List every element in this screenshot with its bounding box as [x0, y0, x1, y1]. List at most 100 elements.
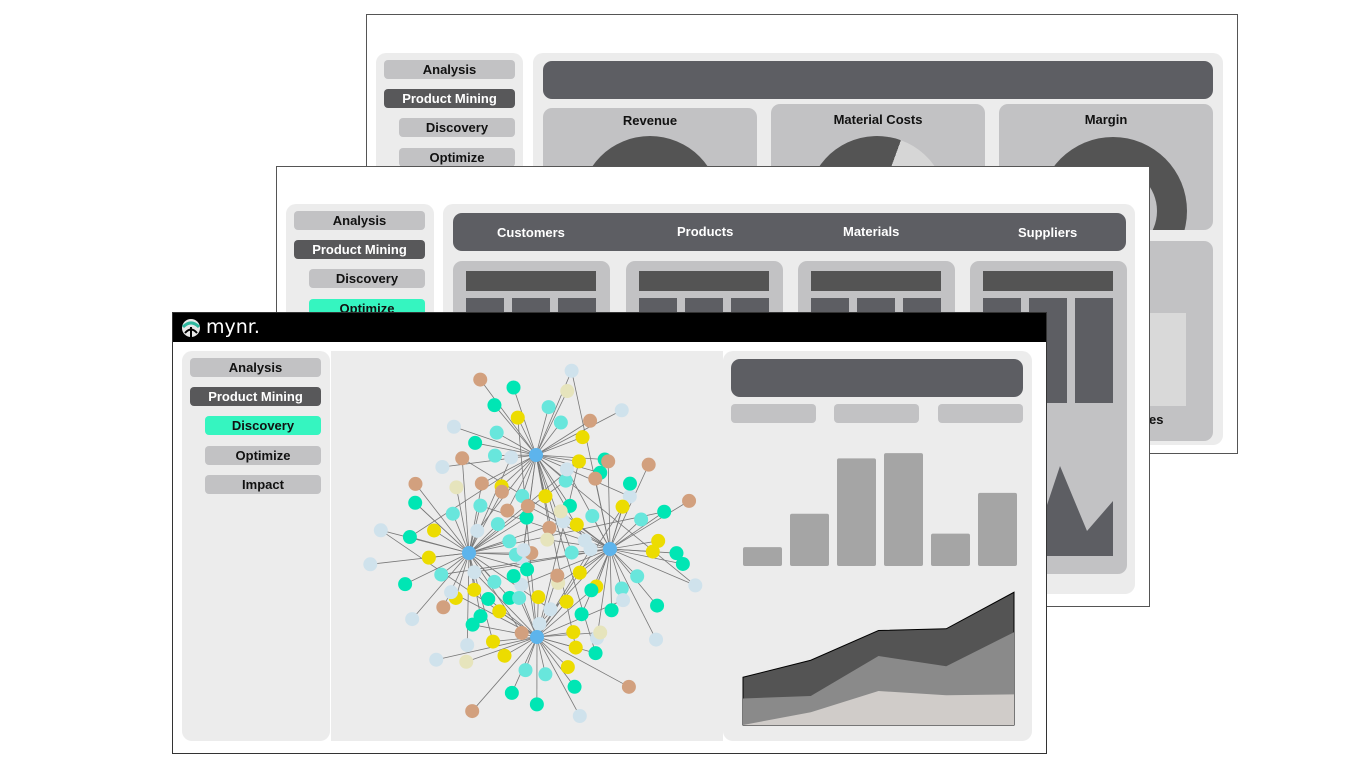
network-node[interactable]	[465, 704, 480, 719]
nav-discovery[interactable]: Discovery	[399, 118, 515, 137]
network-node[interactable]	[474, 476, 489, 491]
network-hub-node[interactable]	[603, 542, 617, 556]
network-hub-node[interactable]	[530, 630, 544, 644]
network-node[interactable]	[506, 569, 521, 584]
network-node[interactable]	[481, 591, 496, 606]
filter-pill-1[interactable]	[731, 404, 816, 423]
network-node[interactable]	[473, 498, 488, 513]
network-node[interactable]	[497, 648, 512, 663]
network-node[interactable]	[504, 450, 519, 465]
network-node[interactable]	[568, 640, 583, 655]
network-node[interactable]	[514, 625, 529, 640]
network-node[interactable]	[520, 562, 535, 577]
network-node[interactable]	[688, 578, 703, 593]
network-node[interactable]	[541, 400, 556, 415]
network-node[interactable]	[588, 471, 603, 486]
network-node[interactable]	[559, 594, 574, 609]
nav-analysis[interactable]: Analysis	[384, 60, 515, 79]
network-node[interactable]	[444, 585, 459, 600]
network-node[interactable]	[435, 460, 450, 475]
network-node[interactable]	[455, 451, 470, 466]
network-node[interactable]	[564, 545, 579, 560]
nav-optimize[interactable]: Optimize	[205, 446, 321, 465]
network-node[interactable]	[398, 577, 413, 592]
network-node[interactable]	[531, 590, 546, 605]
network-node[interactable]	[446, 419, 461, 434]
network-node[interactable]	[421, 550, 436, 565]
network-node[interactable]	[616, 593, 631, 608]
network-node[interactable]	[516, 543, 531, 558]
network-node[interactable]	[445, 506, 460, 521]
filter-pill-3[interactable]	[938, 404, 1023, 423]
network-node[interactable]	[473, 372, 488, 387]
network-node[interactable]	[532, 617, 547, 632]
network-node[interactable]	[465, 617, 480, 632]
network-node[interactable]	[405, 612, 420, 627]
network-node[interactable]	[649, 632, 664, 647]
network-node[interactable]	[502, 534, 517, 549]
network-node[interactable]	[506, 380, 521, 395]
network-node[interactable]	[615, 499, 630, 514]
network-node[interactable]	[459, 654, 474, 669]
network-node[interactable]	[657, 504, 672, 519]
network-node[interactable]	[468, 435, 483, 450]
network-node[interactable]	[604, 603, 619, 618]
network-node[interactable]	[510, 410, 525, 425]
network-node[interactable]	[669, 546, 684, 561]
network-node[interactable]	[583, 542, 598, 557]
tab-products[interactable]: Products	[677, 224, 733, 239]
network-node[interactable]	[436, 600, 451, 615]
network-node[interactable]	[651, 533, 666, 548]
nav-impact[interactable]: Impact	[205, 475, 321, 494]
network-node[interactable]	[487, 398, 502, 413]
network-node[interactable]	[363, 557, 378, 572]
network-node[interactable]	[486, 634, 501, 649]
network-node[interactable]	[593, 625, 608, 640]
network-node[interactable]	[553, 415, 568, 430]
nav-optimize[interactable]: Optimize	[399, 148, 515, 167]
network-node[interactable]	[614, 403, 629, 418]
network-node[interactable]	[571, 454, 586, 469]
tab-customers[interactable]: Customers	[497, 225, 565, 240]
tab-suppliers[interactable]: Suppliers	[1018, 225, 1077, 240]
network-node[interactable]	[489, 425, 504, 440]
network-node[interactable]	[567, 679, 582, 694]
network-node[interactable]	[538, 489, 553, 504]
network-node[interactable]	[467, 582, 482, 597]
network-node[interactable]	[583, 413, 598, 428]
network-node[interactable]	[553, 504, 568, 519]
network-node[interactable]	[500, 503, 515, 518]
network-node[interactable]	[504, 685, 519, 700]
network-node[interactable]	[621, 679, 636, 694]
nav-analysis[interactable]: Analysis	[190, 358, 321, 377]
network-node[interactable]	[540, 532, 555, 547]
network-node[interactable]	[373, 523, 388, 538]
network-node[interactable]	[630, 569, 645, 584]
network-node[interactable]	[574, 607, 589, 622]
filter-pill-2[interactable]	[834, 404, 919, 423]
network-node[interactable]	[564, 363, 579, 378]
network-node[interactable]	[402, 529, 417, 544]
network-node[interactable]	[584, 583, 599, 598]
network-node[interactable]	[490, 517, 505, 532]
nav-product-mining[interactable]: Product Mining	[384, 89, 515, 108]
network-node[interactable]	[559, 462, 574, 477]
network-node[interactable]	[434, 567, 449, 582]
network-node[interactable]	[467, 565, 482, 580]
network-node[interactable]	[470, 523, 485, 538]
network-hub-node[interactable]	[529, 448, 543, 462]
network-node[interactable]	[550, 568, 565, 583]
network-node[interactable]	[650, 598, 665, 613]
nav-discovery[interactable]: Discovery	[309, 269, 425, 288]
network-node[interactable]	[538, 667, 553, 682]
network-node[interactable]	[572, 565, 587, 580]
network-node[interactable]	[634, 512, 649, 527]
nav-product-mining[interactable]: Product Mining	[190, 387, 321, 406]
network-hub-node[interactable]	[462, 546, 476, 560]
network-node[interactable]	[520, 499, 535, 514]
network-node[interactable]	[494, 484, 509, 499]
network-node[interactable]	[588, 646, 603, 661]
network-node[interactable]	[408, 476, 423, 491]
network-node[interactable]	[560, 660, 575, 675]
network-node[interactable]	[572, 709, 587, 724]
